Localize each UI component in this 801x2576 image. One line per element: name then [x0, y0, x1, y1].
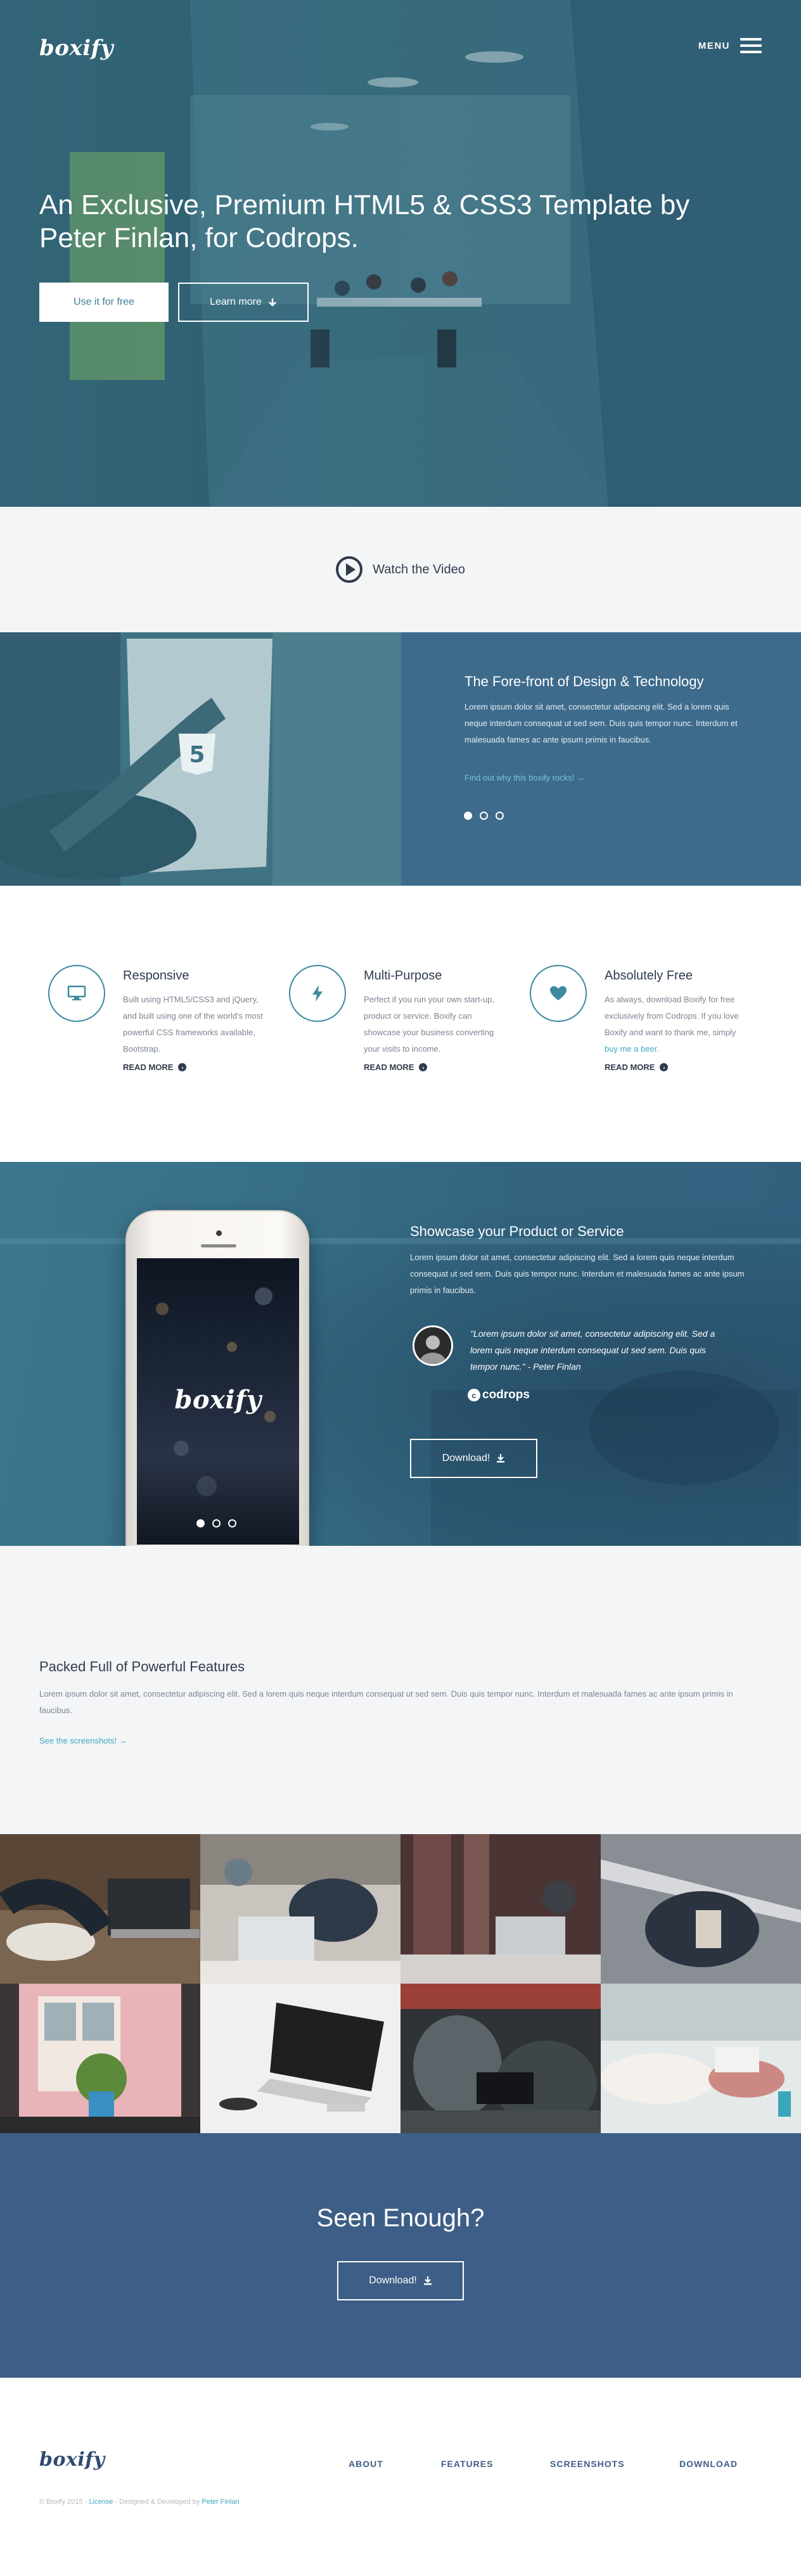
feature-text: Built using HTML5/CSS3 and jQuery, and b… [123, 995, 263, 1054]
cta-section: Seen Enough? Download! [0, 2133, 801, 2378]
arrow-down-icon [269, 298, 276, 307]
gallery-image[interactable] [601, 1834, 801, 1984]
slider-dots [464, 812, 504, 820]
footer-logo[interactable]: boxify [39, 2449, 105, 2471]
gallery-image[interactable] [601, 1984, 801, 2133]
gallery-image[interactable] [200, 1834, 401, 1984]
hero-section: boxify MENU An Exclusive, Premium HTML5 … [0, 0, 801, 507]
whiteboard-photo: 5 [0, 632, 401, 886]
camera-icon [216, 1230, 222, 1236]
phone-screen: boxify [137, 1258, 299, 1545]
download-button[interactable]: Download! [410, 1439, 537, 1478]
chevron-right-icon: › [660, 1063, 669, 1071]
slider-dot[interactable] [228, 1519, 236, 1527]
phone-slider-dots [196, 1519, 236, 1527]
slider-dot[interactable] [496, 812, 504, 820]
download-button[interactable]: Download! [337, 2261, 464, 2300]
footer-nav-about[interactable]: ABOUT [349, 2459, 441, 2469]
slider-dot[interactable] [212, 1519, 221, 1527]
read-more-link[interactable]: READ MORE › [123, 1062, 187, 1072]
showcase-section: Showcase your Product or Service Lorem i… [0, 1162, 801, 1546]
read-more-label: READ MORE [605, 1062, 655, 1072]
feature-title: Absolutely Free [605, 969, 693, 983]
forefront-slider: 5 The Fore-front of Design & Technology … [0, 632, 801, 886]
author-link[interactable]: Peter Finlan [202, 2498, 239, 2506]
gallery-image[interactable] [401, 1834, 601, 1984]
logo[interactable]: boxify [39, 35, 113, 61]
html5-logo: 5 [179, 734, 215, 775]
feature-text-body: As always, download Boxify for free excl… [605, 995, 739, 1037]
learn-more-button[interactable]: Learn more [178, 283, 309, 322]
menu-button[interactable]: MENU [698, 38, 762, 53]
watch-video-section[interactable]: Watch the Video [0, 507, 801, 632]
feature-title: Multi-Purpose [364, 969, 442, 983]
learn-more-label: Learn more [210, 296, 262, 307]
bolt-icon [289, 965, 346, 1022]
buy-beer-link[interactable]: buy me a beer. [605, 1044, 659, 1054]
feature-text: Perfect if you run your own start-up, pr… [364, 995, 494, 1054]
watch-video-label: Watch the Video [373, 562, 465, 577]
packed-text: Lorem ipsum dolor sit amet, consectetur … [39, 1689, 733, 1715]
download-label: Download! [369, 2275, 417, 2286]
svg-text:5: 5 [189, 742, 205, 768]
hero-title: An Exclusive, Premium HTML5 & CSS3 Templ… [39, 189, 690, 253]
chevron-right-icon: › [419, 1063, 428, 1071]
gallery-image[interactable] [401, 1984, 601, 2133]
feature-text: As always, download Boxify for free excl… [605, 992, 745, 1057]
download-label: Download! [442, 1453, 490, 1463]
forefront-panel: The Fore-front of Design & Technology Lo… [401, 632, 801, 886]
showcase-title: Showcase your Product or Service [410, 1223, 624, 1239]
gallery-image[interactable] [0, 1834, 200, 1984]
footer-nav-features[interactable]: FEATURES [441, 2459, 550, 2469]
phone-mockup: boxify [125, 1210, 309, 1595]
forefront-title: The Fore-front of Design & Technology [465, 673, 704, 689]
heart-icon [530, 965, 587, 1022]
monitor-icon [48, 965, 105, 1022]
speaker-icon [201, 1244, 236, 1247]
footer-nav: ABOUT FEATURES SCREENSHOTS DOWNLOAD [349, 2459, 738, 2469]
feature-title: Responsive [123, 969, 189, 983]
read-more-label: READ MORE [364, 1062, 414, 1072]
features-section: Responsive Built using HTML5/CSS3 and jQ… [0, 886, 801, 1162]
testimonial-quote: "Lorem ipsum dolor sit amet, consectetur… [470, 1329, 715, 1372]
read-more-link[interactable]: READ MORE › [605, 1062, 669, 1072]
footer: boxify ABOUT FEATURES SCREENSHOTS DOWNLO… [0, 2378, 801, 2576]
menu-label: MENU [698, 40, 730, 51]
page: boxify MENU An Exclusive, Premium HTML5 … [0, 0, 801, 2576]
codrops-icon: c [468, 1389, 480, 1401]
copyright-prefix: © Boxify 2015 - [39, 2498, 87, 2506]
forefront-text: Lorem ipsum dolor sit amet, consectetur … [465, 702, 738, 744]
codrops-logo: c codrops [468, 1388, 530, 1402]
forefront-link[interactable]: Find out why this boxify rocks! → [465, 773, 585, 782]
packed-features-section: Packed Full of Powerful Features Lorem i… [0, 1546, 801, 1834]
use-it-free-button[interactable]: Use it for free [39, 283, 169, 322]
read-more-link[interactable]: READ MORE › [364, 1062, 428, 1072]
download-icon [423, 2276, 432, 2285]
slider-dot[interactable] [464, 812, 472, 820]
read-more-label: READ MORE [123, 1062, 174, 1072]
slider-dot[interactable] [196, 1519, 205, 1527]
copyright: © Boxify 2015 - License - Designed & Dev… [39, 2498, 240, 2506]
footer-nav-screenshots[interactable]: SCREENSHOTS [550, 2459, 679, 2469]
showcase-text: Lorem ipsum dolor sit amet, consectetur … [410, 1253, 745, 1295]
screenshot-gallery [0, 1834, 801, 2133]
codrops-wordmark: codrops [482, 1388, 530, 1401]
play-icon[interactable] [336, 556, 363, 583]
copyright-middle: - Designed & Developed by [115, 2498, 200, 2506]
license-link[interactable]: License [89, 2498, 113, 2506]
cta-title: Seen Enough? [316, 2204, 485, 2232]
gallery-image[interactable] [200, 1984, 401, 2133]
screenshots-link[interactable]: See the screenshots! → [39, 1736, 127, 1745]
download-icon [497, 1454, 505, 1463]
footer-nav-download[interactable]: DOWNLOAD [679, 2459, 738, 2469]
avatar [413, 1325, 453, 1366]
phone-logo: boxify [174, 1385, 262, 1415]
packed-title: Packed Full of Powerful Features [39, 1659, 245, 1674]
slider-dot[interactable] [480, 812, 488, 820]
gallery-image[interactable] [0, 1984, 200, 2133]
hamburger-icon [740, 38, 762, 53]
chevron-right-icon: › [178, 1063, 187, 1071]
